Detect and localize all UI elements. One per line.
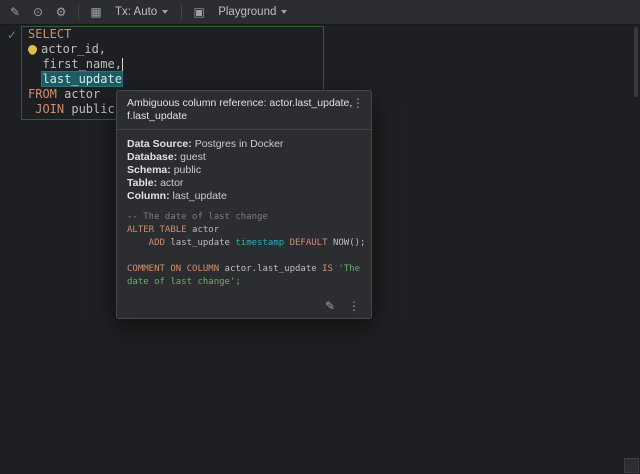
code-token: -- The date of last change — [127, 212, 268, 222]
chevron-down-icon — [281, 10, 287, 14]
popup-header: Ambiguous column reference: actor.last_u… — [117, 91, 371, 129]
intention-bulb-icon[interactable] — [28, 45, 37, 54]
popup-footer: ✎ ⋮ — [117, 293, 371, 318]
code-token: 'The — [338, 264, 360, 274]
power-icon[interactable]: ⊙ — [27, 2, 49, 22]
code-token: IS — [322, 264, 333, 274]
settings-gear-icon[interactable]: ⚙ — [50, 2, 72, 22]
pencil-icon[interactable]: ✎ — [4, 2, 26, 22]
code-token: ADD — [127, 238, 165, 248]
popup-code: -- The date of last change ALTER TABLE ac… — [117, 211, 371, 293]
code-area[interactable]: SELECTactor_id, first_name, last_updateF… — [28, 27, 129, 117]
info-label: Column: — [127, 190, 170, 202]
tx-mode-dropdown[interactable]: Tx: Auto — [108, 2, 175, 22]
popup-title-line: Ambiguous column reference: actor.last_u… — [127, 97, 345, 110]
vertical-scrollbar-thumb[interactable] — [634, 27, 638, 97]
code-token: SELECT — [28, 27, 71, 41]
code-token: FROM — [28, 87, 57, 101]
info-label: Schema: — [127, 164, 171, 176]
code-token: actor — [57, 87, 100, 101]
scrollbar-corner — [624, 458, 639, 473]
info-value: guest — [177, 151, 206, 163]
query-console-toolbar: ✎ ⊙ ⚙ ▦ Tx: Auto ▣ Playground — [0, 0, 640, 25]
popup-info-row: Schema: public — [127, 164, 361, 177]
popup-info-row: Data Source: Postgres in Docker — [127, 138, 361, 151]
playground-label: Playground — [218, 6, 276, 18]
run-success-gutter-icon[interactable]: ✓ — [7, 28, 17, 43]
code-token: first_name, — [28, 57, 122, 71]
popup-title: Ambiguous column reference: actor.last_u… — [127, 97, 345, 123]
database-ide-window: ✎ ⊙ ⚙ ▦ Tx: Auto ▣ Playground ✓ SELECTac… — [0, 0, 640, 474]
popup-code-line: ADD last_update timestamp DEFAULT NOW(); — [127, 237, 363, 250]
popup-code-line: -- The date of last change — [127, 211, 363, 224]
code-token: date of last change'; — [127, 277, 241, 287]
code-token: actor.last_update — [219, 264, 322, 274]
toolbar-separator — [181, 5, 182, 19]
info-value: last_update — [170, 190, 227, 202]
popup-info-row: Database: guest — [127, 151, 361, 164]
code-line[interactable]: actor_id, — [28, 42, 129, 57]
text-caret — [122, 58, 124, 71]
documentation-popup: Ambiguous column reference: actor.last_u… — [116, 90, 372, 319]
data-grid-icon[interactable]: ▦ — [85, 2, 107, 22]
toolbar-separator — [78, 5, 79, 19]
info-label: Database: — [127, 151, 177, 163]
popup-info-row: Table: actor — [127, 177, 361, 190]
popup-title-line: f.last_update — [127, 110, 345, 123]
popup-info: Data Source: Postgres in DockerDatabase:… — [117, 130, 371, 203]
code-line[interactable]: FROM actor — [28, 87, 129, 102]
code-token: last_update — [165, 238, 235, 248]
info-value: public — [171, 164, 201, 176]
code-line[interactable]: JOIN public.f — [28, 102, 129, 117]
code-token: DEFAULT — [290, 238, 328, 248]
code-token: timestamp — [235, 238, 284, 248]
code-token: ALTER TABLE — [127, 225, 187, 235]
footer-more-options-icon[interactable]: ⋮ — [348, 299, 360, 313]
code-token: NOW(); — [328, 238, 366, 248]
tx-mode-label: Tx: Auto — [115, 6, 157, 18]
code-token — [28, 72, 42, 86]
popup-code-line: COMMENT ON COLUMN actor.last_update IS '… — [127, 263, 363, 276]
info-label: Data Source: — [127, 138, 192, 150]
info-value: actor — [157, 177, 183, 189]
code-token: COMMENT ON COLUMN — [127, 264, 219, 274]
popup-code-line — [127, 250, 363, 263]
code-line[interactable]: first_name, — [28, 57, 129, 72]
popup-info-row: Column: last_update — [127, 190, 361, 203]
edit-icon[interactable]: ✎ — [325, 299, 335, 313]
info-value: Postgres in Docker — [192, 138, 284, 150]
popup-code-line: ALTER TABLE actor — [127, 224, 363, 237]
code-token: actor — [187, 225, 220, 235]
popup-code-line: date of last change'; — [127, 276, 363, 289]
chevron-down-icon — [162, 10, 168, 14]
code-line[interactable]: SELECT — [28, 27, 129, 42]
code-token: last_update — [42, 72, 121, 86]
title-more-options-icon[interactable]: ⋮ — [352, 96, 364, 110]
code-line[interactable]: last_update — [28, 72, 129, 87]
console-icon[interactable]: ▣ — [188, 2, 210, 22]
playground-selector-dropdown[interactable]: Playground — [211, 2, 294, 22]
code-token: JOIN — [28, 102, 64, 116]
code-token: actor_id, — [41, 42, 106, 56]
info-label: Table: — [127, 177, 157, 189]
